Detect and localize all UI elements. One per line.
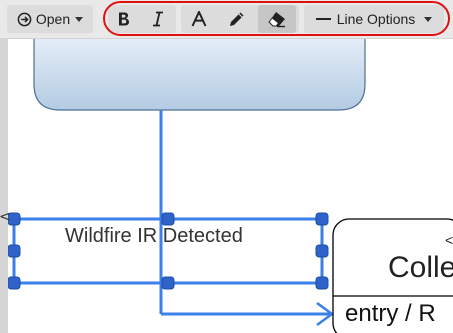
sidebar-collapsed-strip[interactable] xyxy=(0,39,8,333)
resize-handle-bottom-left[interactable] xyxy=(7,276,21,290)
highlight-ring xyxy=(103,1,450,36)
open-button[interactable]: Open xyxy=(7,5,93,33)
node-label[interactable]: Wildfire IR Detected xyxy=(65,225,243,247)
resize-handle-mid-left[interactable] xyxy=(7,244,21,258)
open-label: Open xyxy=(35,11,71,27)
diagram-canvas[interactable]: < Colle entry / R Wildfire IR Detected xyxy=(0,39,453,333)
caret-down-icon xyxy=(75,16,84,22)
circle-arrow-right-icon xyxy=(17,12,32,27)
diagram-svg: < Colle entry / R Wildfire IR Detected xyxy=(7,39,453,333)
resize-handle-bottom-mid[interactable] xyxy=(161,276,175,290)
top-state-box[interactable] xyxy=(33,39,366,111)
partial-node-marker: < xyxy=(445,232,453,248)
partial-node-title: Colle xyxy=(388,251,453,284)
partial-node-row: entry / R xyxy=(345,300,436,327)
resize-handle-bottom-right[interactable] xyxy=(315,276,329,290)
resize-handle-mid-right[interactable] xyxy=(315,244,329,258)
resize-handle-top-mid[interactable] xyxy=(161,212,175,226)
toolbar: Open Line Options xyxy=(0,0,453,39)
chevron-left-icon[interactable]: < xyxy=(0,209,11,225)
resize-handle-top-right[interactable] xyxy=(315,212,329,226)
